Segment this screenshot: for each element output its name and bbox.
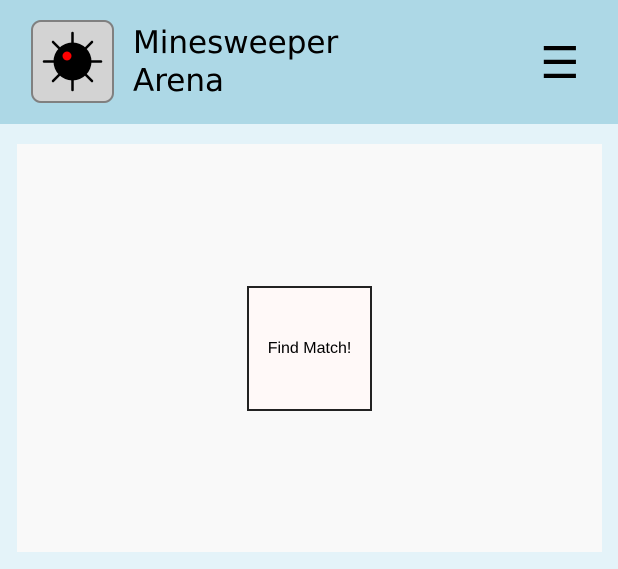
main-panel: Find Match! (17, 144, 602, 552)
app-logo (31, 20, 114, 103)
app-title-line-2: Arena (133, 63, 224, 99)
hamburger-menu-icon[interactable]: ☰ (532, 36, 588, 92)
app-title-line-1: Minesweeper (133, 25, 339, 61)
app-header: Minesweeper Arena ☰ (0, 0, 618, 124)
app-title: Minesweeper Arena (133, 24, 393, 100)
find-match-button[interactable]: Find Match! (247, 286, 372, 411)
